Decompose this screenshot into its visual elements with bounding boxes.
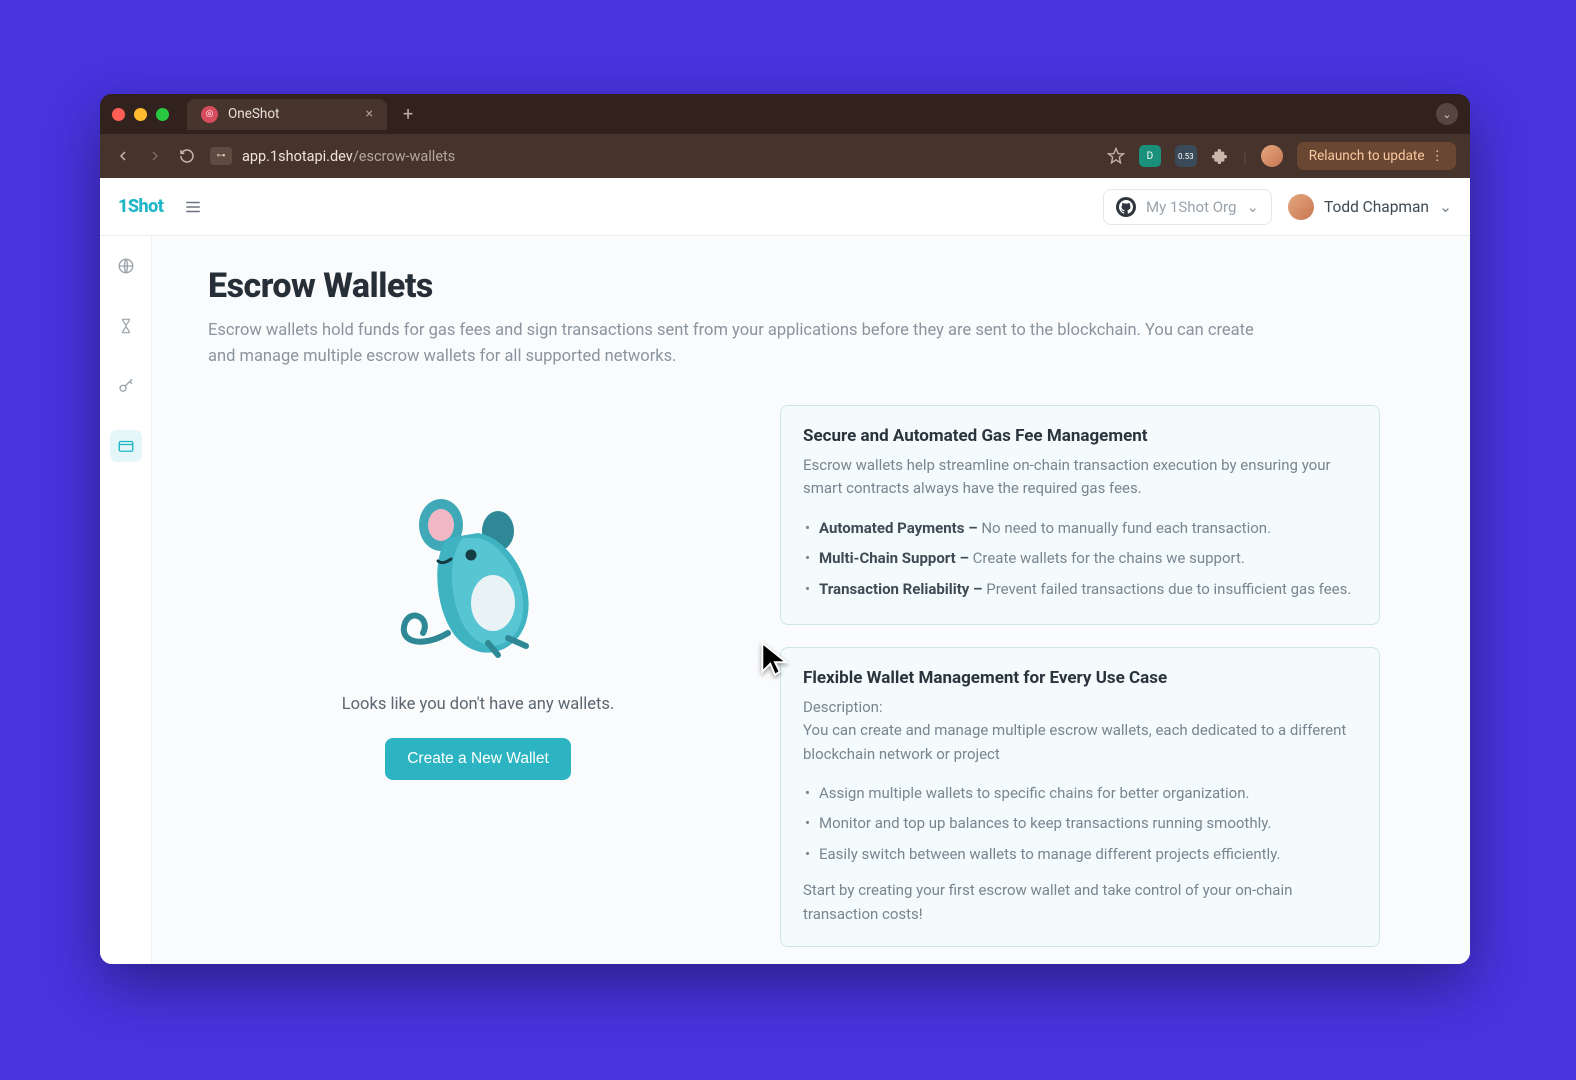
extension-badge[interactable]: 0.53: [1175, 145, 1197, 167]
relaunch-button[interactable]: Relaunch to update ⋮: [1297, 142, 1456, 170]
sidebar-item-wallets[interactable]: [110, 430, 142, 462]
page-description: Escrow wallets hold funds for gas fees a…: [208, 318, 1278, 369]
create-wallet-button[interactable]: Create a New Wallet: [385, 738, 571, 780]
cursor-icon: [756, 640, 794, 678]
address-bar[interactable]: ⊶ app.1shotapi.dev/escrow-wallets: [210, 147, 1093, 165]
window-controls: [112, 108, 169, 121]
browser-toolbar: ⊶ app.1shotapi.dev/escrow-wallets D 0.53…: [100, 134, 1470, 178]
mouse-illustration-icon: [393, 483, 563, 673]
content-split: Looks like you don't have any wallets. C…: [208, 405, 1414, 947]
back-button[interactable]: [114, 147, 132, 165]
info-card: Secure and Automated Gas Fee Management …: [780, 405, 1380, 625]
info-cards: Secure and Automated Gas Fee Management …: [780, 405, 1380, 947]
org-selector[interactable]: My 1Shot Org ⌄: [1103, 189, 1272, 225]
toolbar-right: D 0.53 | Relaunch to update ⋮: [1107, 142, 1456, 170]
card-title: Secure and Automated Gas Fee Management: [803, 426, 1357, 446]
extension-icon[interactable]: D: [1139, 145, 1161, 167]
github-icon: [1116, 197, 1136, 217]
card-subtitle: Description: You can create and manage m…: [803, 696, 1357, 766]
tab-title: OneShot: [228, 106, 279, 122]
app-root: 1Shot My 1Shot Org ⌄ Todd Chapman ⌄: [100, 178, 1470, 964]
browser-titlebar: ◎ OneShot × + ⌄: [100, 94, 1470, 134]
reload-button[interactable]: [178, 147, 196, 165]
url-text: app.1shotapi.dev/escrow-wallets: [242, 148, 455, 165]
sidebar-toggle-button[interactable]: [179, 193, 207, 221]
close-window-button[interactable]: [112, 108, 125, 121]
extensions-menu-icon[interactable]: [1211, 147, 1229, 165]
maximize-window-button[interactable]: [156, 108, 169, 121]
card-bullet: Transaction Reliability – Prevent failed…: [803, 574, 1357, 605]
browser-tab[interactable]: ◎ OneShot ×: [187, 99, 387, 130]
card-title: Flexible Wallet Management for Every Use…: [803, 668, 1357, 688]
card-bullet: Monitor and top up balances to keep tran…: [803, 808, 1357, 839]
app-header: 1Shot My 1Shot Org ⌄ Todd Chapman ⌄: [100, 178, 1470, 236]
kebab-icon: ⋮: [1431, 148, 1445, 164]
app-body: Escrow Wallets Escrow wallets hold funds…: [100, 236, 1470, 964]
main-content: Escrow Wallets Escrow wallets hold funds…: [152, 236, 1470, 964]
chevron-down-icon: ⌄: [1246, 198, 1259, 216]
forward-button[interactable]: [146, 147, 164, 165]
sidebar-item-key[interactable]: [110, 370, 142, 402]
user-name: Todd Chapman: [1324, 198, 1429, 216]
sidebar: [100, 236, 152, 964]
sidebar-item-global[interactable]: [110, 250, 142, 282]
card-bullet: Easily switch between wallets to manage …: [803, 839, 1357, 870]
card-bullet: Automated Payments – No need to manually…: [803, 513, 1357, 544]
tabs-overflow-button[interactable]: ⌄: [1436, 103, 1458, 125]
site-settings-icon[interactable]: ⊶: [210, 147, 232, 165]
minimize-window-button[interactable]: [134, 108, 147, 121]
empty-message: Looks like you don't have any wallets.: [342, 695, 614, 714]
card-bullet: Multi-Chain Support – Create wallets for…: [803, 543, 1357, 574]
user-avatar-icon: [1288, 194, 1314, 220]
relaunch-label: Relaunch to update: [1309, 148, 1425, 164]
card-subtitle: Escrow wallets help streamline on-chain …: [803, 454, 1357, 501]
tab-close-icon[interactable]: ×: [366, 106, 373, 122]
tab-favicon-icon: ◎: [201, 106, 218, 123]
profile-avatar-icon[interactable]: [1261, 145, 1283, 167]
card-bullet: Assign multiple wallets to specific chai…: [803, 778, 1357, 809]
card-footer: Start by creating your first escrow wall…: [803, 879, 1357, 926]
app-logo[interactable]: 1Shot: [118, 196, 163, 217]
new-tab-button[interactable]: +: [395, 104, 421, 125]
bookmark-icon[interactable]: [1107, 147, 1125, 165]
browser-window: ◎ OneShot × + ⌄ ⊶ app.1shotapi.dev/escro…: [100, 94, 1470, 964]
user-menu[interactable]: Todd Chapman ⌄: [1288, 194, 1452, 220]
org-label: My 1Shot Org: [1146, 198, 1236, 216]
info-card: Flexible Wallet Management for Every Use…: [780, 647, 1380, 947]
page-title: Escrow Wallets: [208, 266, 1414, 306]
chevron-down-icon: ⌄: [1439, 198, 1452, 216]
sidebar-item-hourglass[interactable]: [110, 310, 142, 342]
empty-state: Looks like you don't have any wallets. C…: [208, 405, 748, 947]
